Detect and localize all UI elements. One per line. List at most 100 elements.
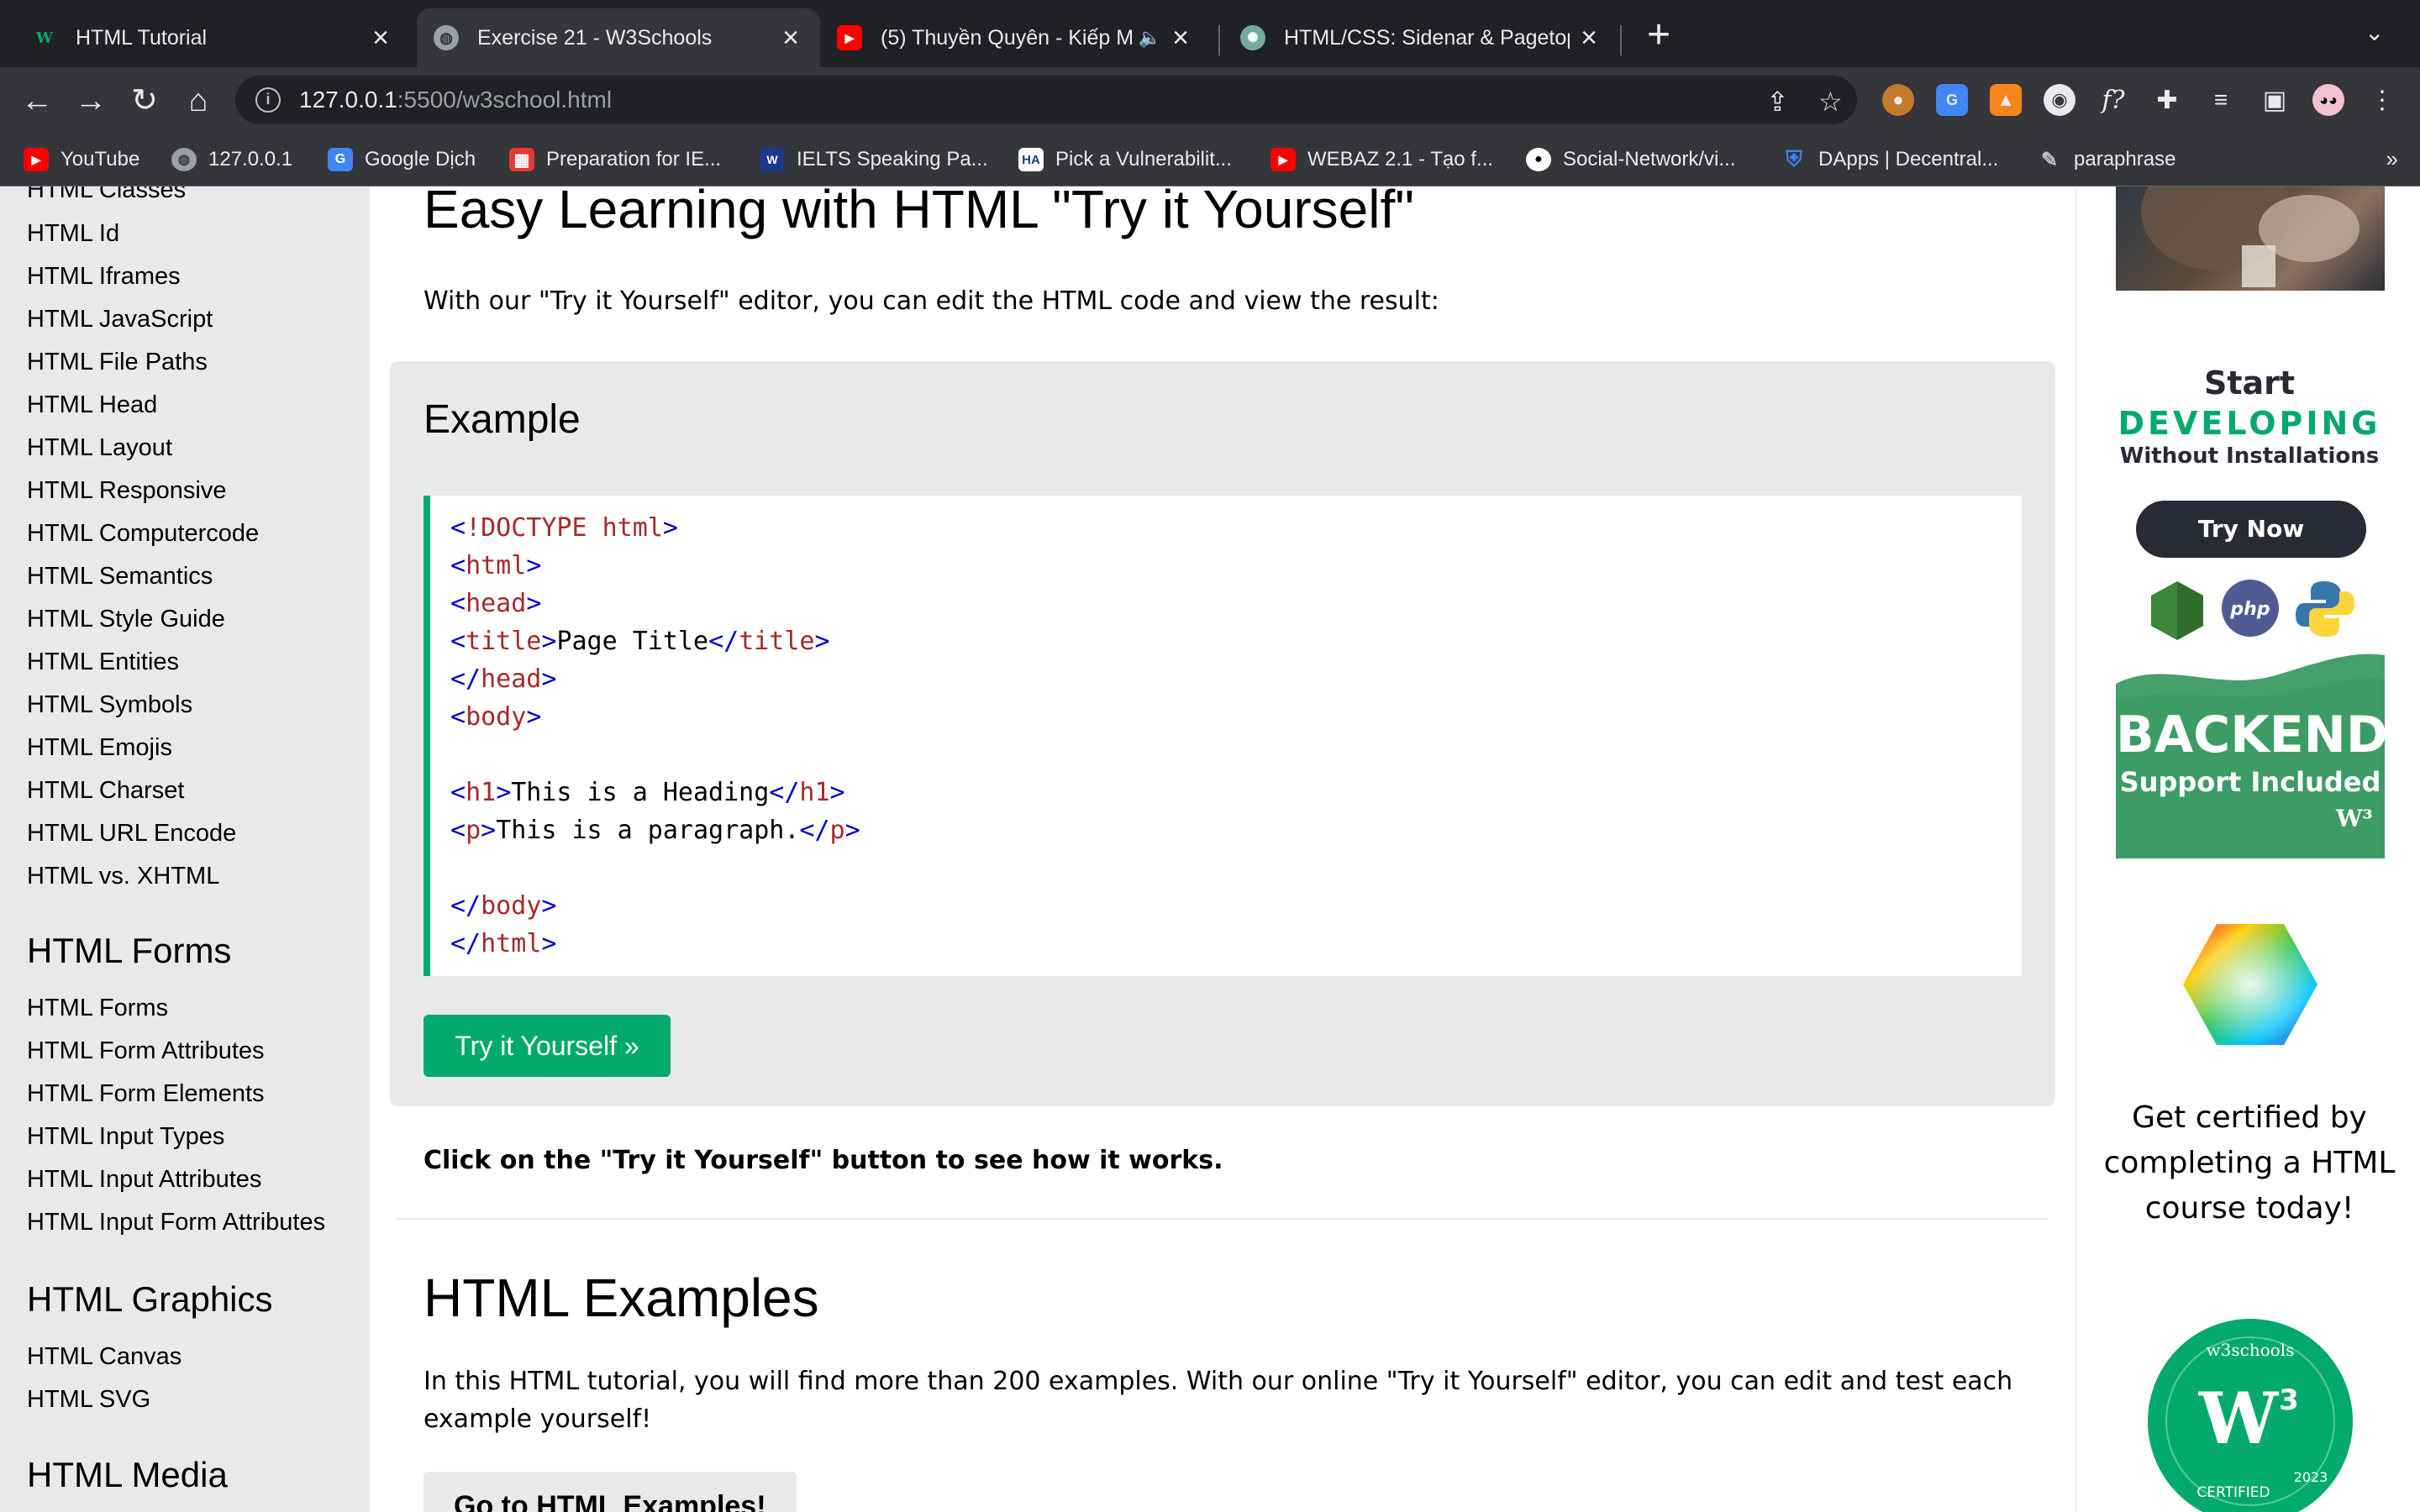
menu-kebab-icon[interactable]: ⋮ [2366,84,2398,116]
sidebar-item-html-input-form-attributes[interactable]: HTML Input Form Attributes [27,1209,325,1236]
code-bracket: > [844,816,860,845]
bookmark-pick-vulnerability[interactable]: HA Pick a Vulnerabilit... [1018,144,1232,175]
metamask-icon[interactable]: ▲ [1990,84,2022,116]
code-text: Page Title [556,627,709,656]
close-icon[interactable]: × [778,22,803,55]
formula-extension-icon[interactable]: f? [2097,84,2129,116]
back-icon[interactable]: ← [18,82,55,119]
browser-tabstrip: W HTML Tutorial × ◍ Exercise 21 - W3Scho… [0,0,2420,67]
media-queue-icon[interactable]: ≡ [2205,84,2237,116]
sidebar-item-html-vs-xhtml[interactable]: HTML vs. XHTML [27,863,219,890]
more-bookmarks-icon[interactable]: » [2386,146,2398,172]
tab-exercise-21[interactable]: ◍ Exercise 21 - W3Schools × [417,8,820,67]
code-line: </head> [450,660,2022,698]
site-info-icon[interactable]: i [255,87,281,113]
right-ad-column: Start DEVELOPING Without Installations T… [2075,186,2420,1512]
bookmark-dapps[interactable]: ⛨ DApps | Decentral... [1781,144,1998,175]
close-icon[interactable]: × [368,22,393,55]
sidebar-item-html-classes[interactable]: HTML Classes [27,186,186,204]
sidebar-item-html-computercode[interactable]: HTML Computercode [27,520,259,548]
bookmark-preparation-ielts[interactable]: ▦ Preparation for IE... [509,144,721,175]
reload-icon[interactable]: ↻ [126,82,163,119]
close-icon[interactable]: × [1576,22,1602,55]
code-line: <h1>This is a Heading</h1> [450,774,2022,811]
chevron-down-icon[interactable]: ⌄ [2365,18,2384,46]
ad-photo[interactable] [2116,186,2385,291]
code-bracket: < [450,513,466,543]
home-icon[interactable]: ⌂ [180,82,217,119]
face-extension-icon[interactable]: ◉ [2044,84,2075,116]
bookmark-paraphrase[interactable]: ✎ paraphrase [2037,144,2175,175]
sidebar-item-html-responsive[interactable]: HTML Responsive [27,477,226,505]
example-box: Example <!DOCTYPE html> <html> <head> <titl… [390,361,2055,1106]
try-now-button[interactable]: Try Now [2136,501,2366,558]
sidebar-item-html-forms[interactable]: HTML Forms [27,995,168,1022]
sidebar-item-html-semantics[interactable]: HTML Semantics [27,563,213,591]
sidebar-item-html-javascript[interactable]: HTML JavaScript [27,306,213,333]
code-bracket: > [526,589,542,618]
new-tab-icon[interactable]: + [1640,15,1677,55]
bookmark-ielts-speaking[interactable]: W IELTS Speaking Pa... [760,144,988,175]
code-line: <body> [450,698,2022,736]
go-to-examples-button[interactable]: Go to HTML Examples! [424,1472,797,1512]
example-title: Example [424,397,581,442]
sidebar-item-html-canvas[interactable]: HTML Canvas [27,1343,182,1371]
sidebar-item-html-input-attributes[interactable]: HTML Input Attributes [27,1166,261,1194]
sidebar-item-html-input-types[interactable]: HTML Input Types [27,1123,224,1151]
sidebar-item-html-head[interactable]: HTML Head [27,391,157,419]
code-tag-name: p [829,816,845,845]
share-icon[interactable]: ⇪ [1766,86,1789,118]
speaker-icon[interactable]: 🔈 [1139,27,1161,49]
sidebar-item-html-svg[interactable]: HTML SVG [27,1386,150,1414]
bookmark-google-dich[interactable]: G Google Dịch [328,144,476,175]
sidebar-item-html-id[interactable]: HTML Id [27,220,119,248]
bookmarks-bar: ▶ YouTube ◍ 127.0.0.1 G Google Dịch ▦ Pr… [0,133,2420,186]
sidebar-item-html-charset[interactable]: HTML Charset [27,777,184,805]
side-panel-icon[interactable]: ▣ [2259,84,2291,116]
bookmark-localhost[interactable]: ◍ 127.0.0.1 [171,144,292,175]
forward-icon[interactable]: → [72,82,109,119]
profile-avatar-icon[interactable]: ◕◕ [2312,84,2344,116]
code-bracket: </ [450,929,481,958]
sidebar-nav: HTML Classes HTML Id HTML Iframes HTML J… [0,186,370,1512]
code-bracket: </ [708,627,739,656]
address-bar[interactable]: i 127.0.0.1:5500/w3school.html ⇪ ☆ [235,76,1857,124]
sidebar-item-html-url-encode[interactable]: HTML URL Encode [27,820,236,848]
try-it-yourself-button[interactable]: Try it Yourself » [424,1015,671,1077]
sidebar-item-html-form-elements[interactable]: HTML Form Elements [27,1080,265,1108]
sidebar-item-html-form-attributes[interactable]: HTML Form Attributes [27,1037,265,1065]
code-text: This is a paragraph. [496,816,800,845]
code-bracket: > [814,627,830,656]
sidebar-item-html-layout[interactable]: HTML Layout [27,434,172,462]
code-bracket: < [450,627,466,656]
code-bracket: </ [450,664,481,694]
grid-icon: ▦ [509,148,534,171]
tab-youtube-music[interactable]: ▶ (5) Thuyền Quyên - Kiếp M 🔈 × [820,8,1210,67]
code-tag-name: html [466,551,527,580]
extensions-puzzle-icon[interactable]: ✚ [2151,84,2183,116]
youtube-icon: ▶ [837,25,862,50]
sidebar-item-html-style-guide[interactable]: HTML Style Guide [27,606,225,633]
bookmark-star-icon[interactable]: ☆ [1818,86,1843,118]
close-icon[interactable]: × [1168,22,1193,55]
cookie-extension-icon[interactable]: ● [1882,84,1914,116]
google-translate-icon[interactable]: G [1936,84,1968,116]
code-bracket: > [496,778,512,807]
bookmark-youtube[interactable]: ▶ YouTube [24,144,139,175]
globe-icon: ◍ [171,148,197,171]
sidebar-item-html-iframes[interactable]: HTML Iframes [27,263,181,291]
sidebar-item-html-emojis[interactable]: HTML Emojis [27,734,172,762]
tab-chatgpt[interactable]: ✺ HTML/CSS: Sidenar & Pagetop × [1223,8,1618,67]
sidebar-item-html-entities[interactable]: HTML Entities [27,648,179,676]
code-tag-name: p [466,816,481,845]
tab-html-tutorial[interactable]: W HTML Tutorial × [15,8,410,67]
certification-badge[interactable]: w3schools W 3 CERTIFIED 2023 [2146,1317,2354,1512]
color-hexagon-icon[interactable] [2181,921,2319,1048]
sidebar-item-html-file-paths[interactable]: HTML File Paths [27,349,208,376]
bookmark-label: paraphrase [2074,148,2176,171]
sidebar-item-html-symbols[interactable]: HTML Symbols [27,691,192,719]
code-bracket: < [450,816,466,845]
bookmark-webaz[interactable]: ▶ WEBAZ 2.1 - Tạo f... [1270,144,1493,175]
bookmark-social-network[interactable]: ● Social-Network/vi... [1526,144,1735,175]
